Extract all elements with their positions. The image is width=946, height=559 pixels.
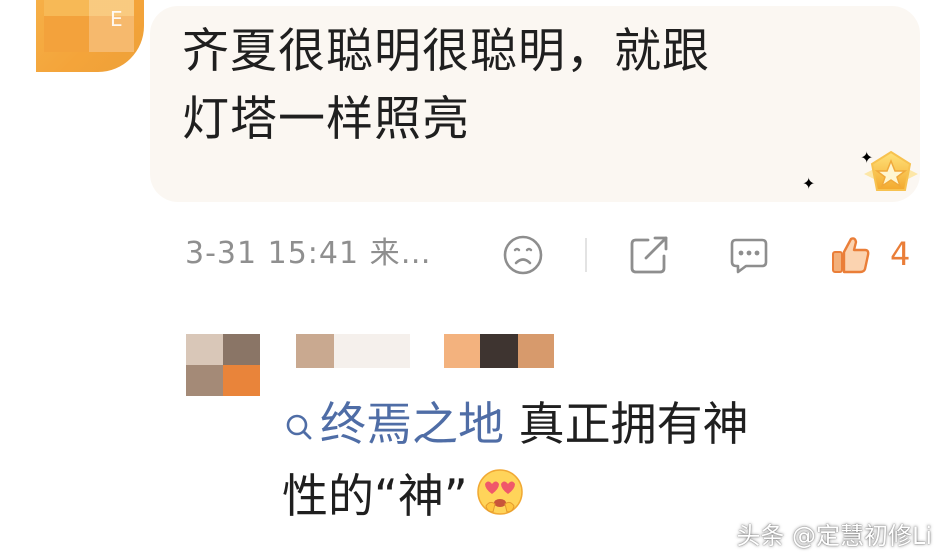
divider [585,238,587,272]
comment-timestamp: 3-31 15:41 来… [185,236,432,271]
topic-mention-text: 终焉之地 [320,397,504,451]
sparkle-icon: ✦ [860,148,874,167]
sparkle-icon: ✦ [802,174,816,193]
username-pixel [334,334,410,368]
topic-mention-link[interactable]: 终焉之地 [282,397,504,451]
watermark: 头条 @定慧初修Li [736,522,932,550]
reply-avatar[interactable] [186,334,260,396]
comment-text: 齐夏很聪明很聪明，就跟 灯塔一样照亮 [182,18,882,154]
avatar-pixel [223,365,260,396]
reply-text-line: 终焉之地 真正拥有神 [282,388,922,460]
username-pixel [444,334,480,368]
reply-text-part: 真正拥有神 [504,397,749,451]
like-icon[interactable] [830,234,872,276]
share-icon[interactable] [628,234,670,276]
avatar-pixel [223,334,260,365]
reply-text-part: 性的“神” [282,469,468,523]
comment-actions: 3-31 15:41 来… 4 [0,230,946,282]
comment-text-line: 齐夏很聪明很聪明，就跟 [182,24,710,79]
reply-username[interactable] [296,334,556,370]
avatar-pixel [186,365,223,396]
avatar-pixel [186,334,223,365]
username-pixel [518,334,554,368]
like-count: 4 [890,235,911,273]
avatar-badge-icon: E [110,7,123,31]
username-pixel [480,334,518,368]
avatar[interactable]: E [36,0,144,72]
comment-screen: E 齐夏很聪明很聪明，就跟 灯塔一样照亮 ✦ ✦ 3-31 15:41 来… 4… [0,0,946,559]
heart-eyes-emoji-icon [476,469,523,515]
username-pixel [296,334,334,368]
comment-text-line: 灯塔一样照亮 [182,92,470,147]
search-icon [286,414,312,440]
reply-text: 终焉之地 真正拥有神 性的“神” [282,388,922,532]
dislike-face-icon[interactable] [502,234,544,276]
reply-icon[interactable] [728,234,770,276]
